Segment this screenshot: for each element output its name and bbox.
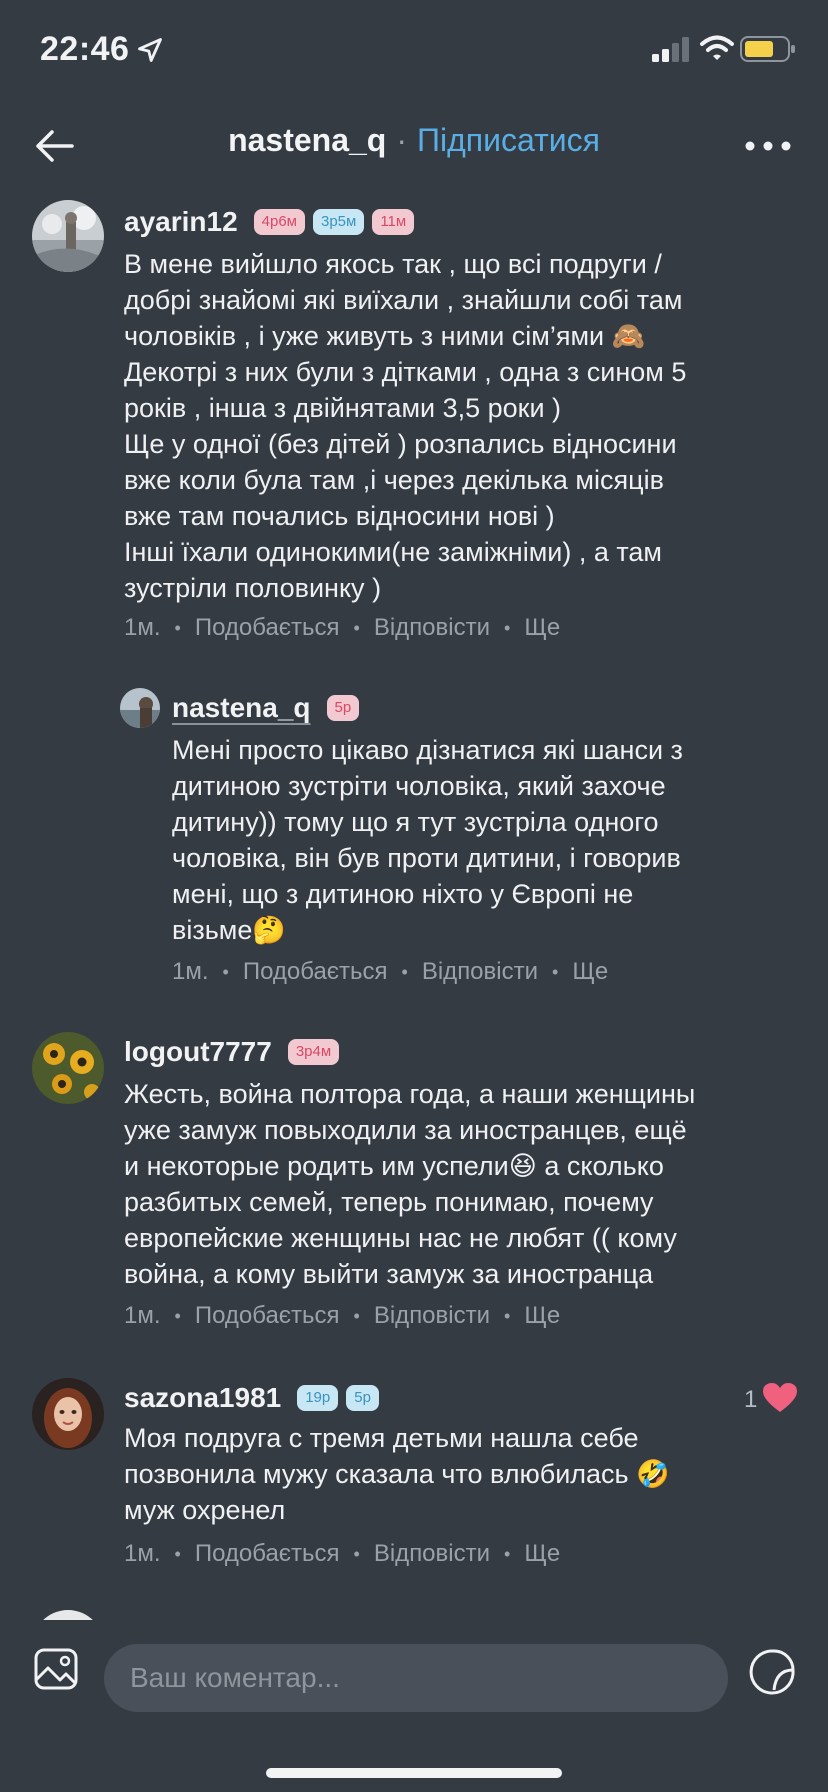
heart-icon[interactable]	[762, 1382, 798, 1414]
comment-text: Жесть, война полтора года, а наши женщин…	[124, 1079, 696, 1289]
separator-dot: •	[504, 617, 511, 638]
more-options-icon[interactable]	[744, 136, 792, 156]
status-bar: 22:46	[0, 0, 828, 100]
tenure-badge: 5р	[326, 695, 360, 721]
comment-header: logout7777 3р4м	[124, 1034, 340, 1070]
comment-username[interactable]: ayarin12	[124, 206, 238, 238]
separator-dot: •	[552, 961, 559, 982]
like-button[interactable]: Подобається	[195, 614, 340, 642]
comment-header: nastena_q 5р	[172, 690, 360, 726]
more-button[interactable]: Ще	[524, 1540, 560, 1568]
status-time: 22:46	[40, 30, 130, 68]
comment-item: sazona1981 19р 5р 1 Моя подруга с тремя …	[0, 1378, 828, 1578]
avatar[interactable]	[32, 1378, 104, 1450]
like-count: 1	[744, 1386, 758, 1413]
separator-dot: •	[174, 1305, 181, 1326]
wifi-icon	[700, 35, 734, 60]
separator-dot: •	[401, 961, 408, 982]
comment-username[interactable]: nastena_q	[172, 692, 311, 724]
comment-age: 1м.	[124, 1302, 161, 1329]
comment-text: Моя подруга с тремя детьми нашла себе по…	[124, 1423, 670, 1525]
comment-text: Мені просто цікаво дізнатися які шанси з…	[172, 735, 683, 945]
reply-button[interactable]: Відповісти	[374, 1302, 490, 1330]
comment-age: 1м.	[124, 1540, 161, 1567]
avatar[interactable]	[32, 200, 104, 272]
gallery-icon[interactable]	[34, 1648, 78, 1690]
follow-button[interactable]: Підписатися	[417, 122, 600, 158]
tenure-badge: 3р5м	[312, 209, 365, 235]
comment-input[interactable]	[104, 1644, 728, 1712]
comment-username[interactable]: sazona1981	[124, 1382, 281, 1414]
separator-dot: •	[504, 1305, 511, 1326]
tenure-badge: 5р	[346, 1385, 379, 1411]
comment-text: В мене вийшло якось так , що всі подруги…	[124, 249, 687, 603]
comment-composer	[0, 1620, 828, 1792]
header-separator: ·	[396, 122, 407, 158]
comment-actions: 1м. • Подобається • Відповісти • Ще	[124, 614, 560, 642]
comment-actions: 1м. • Подобається • Відповісти • Ще	[124, 1540, 560, 1568]
avatar[interactable]	[120, 688, 160, 728]
more-button[interactable]: Ще	[524, 614, 560, 642]
tenure-badge: 4р6м	[253, 209, 305, 235]
comment-item: logout7777 3р4м Жесть, война полтора год…	[0, 1030, 828, 1340]
separator-dot: •	[504, 1543, 511, 1564]
separator-dot: •	[174, 1543, 181, 1564]
comment-username[interactable]: logout7777	[124, 1036, 272, 1068]
location-arrow-icon	[138, 38, 162, 62]
more-button[interactable]: Ще	[524, 1302, 560, 1330]
battery-icon	[740, 36, 795, 62]
like-button[interactable]: Подобається	[243, 958, 388, 986]
comment-actions: 1м. • Подобається • Відповісти • Ще	[172, 958, 608, 986]
tenure-badge: 11м	[372, 209, 415, 235]
reply-item: nastena_q 5р Мені просто цікаво дізнатис…	[0, 686, 828, 996]
comment-item: ayarin12 4р6м 3р5м 11м В мене вийшло яко…	[0, 198, 828, 658]
tenure-badge: 3р4м	[287, 1039, 340, 1065]
comment-age: 1м.	[172, 958, 209, 985]
more-button[interactable]: Ще	[572, 958, 608, 986]
comment-header: sazona1981 19р 5р	[124, 1380, 379, 1416]
reply-button[interactable]: Відповісти	[374, 614, 490, 642]
home-indicator	[266, 1768, 562, 1778]
like-button[interactable]: Подобається	[195, 1302, 340, 1330]
header: nastena_q · Підписатися	[0, 100, 828, 190]
comment-actions: 1м. • Подобається • Відповісти • Ще	[124, 1302, 560, 1330]
separator-dot: •	[353, 1543, 360, 1564]
reply-button[interactable]: Відповісти	[374, 1540, 490, 1568]
like-button[interactable]: Подобається	[195, 1540, 340, 1568]
comment-header: ayarin12 4р6м 3р5м 11м	[124, 204, 415, 240]
reply-button[interactable]: Відповісти	[422, 958, 538, 986]
separator-dot: •	[222, 961, 229, 982]
header-username[interactable]: nastena_q	[228, 122, 386, 158]
separator-dot: •	[353, 1305, 360, 1326]
avatar[interactable]	[32, 1032, 104, 1104]
header-title: nastena_q · Підписатися	[0, 122, 828, 159]
separator-dot: •	[353, 617, 360, 638]
tenure-badge: 19р	[297, 1385, 339, 1411]
comment-age: 1м.	[124, 614, 161, 641]
separator-dot: •	[174, 617, 181, 638]
sticker-icon[interactable]	[748, 1648, 796, 1696]
signal-icon	[652, 37, 689, 62]
